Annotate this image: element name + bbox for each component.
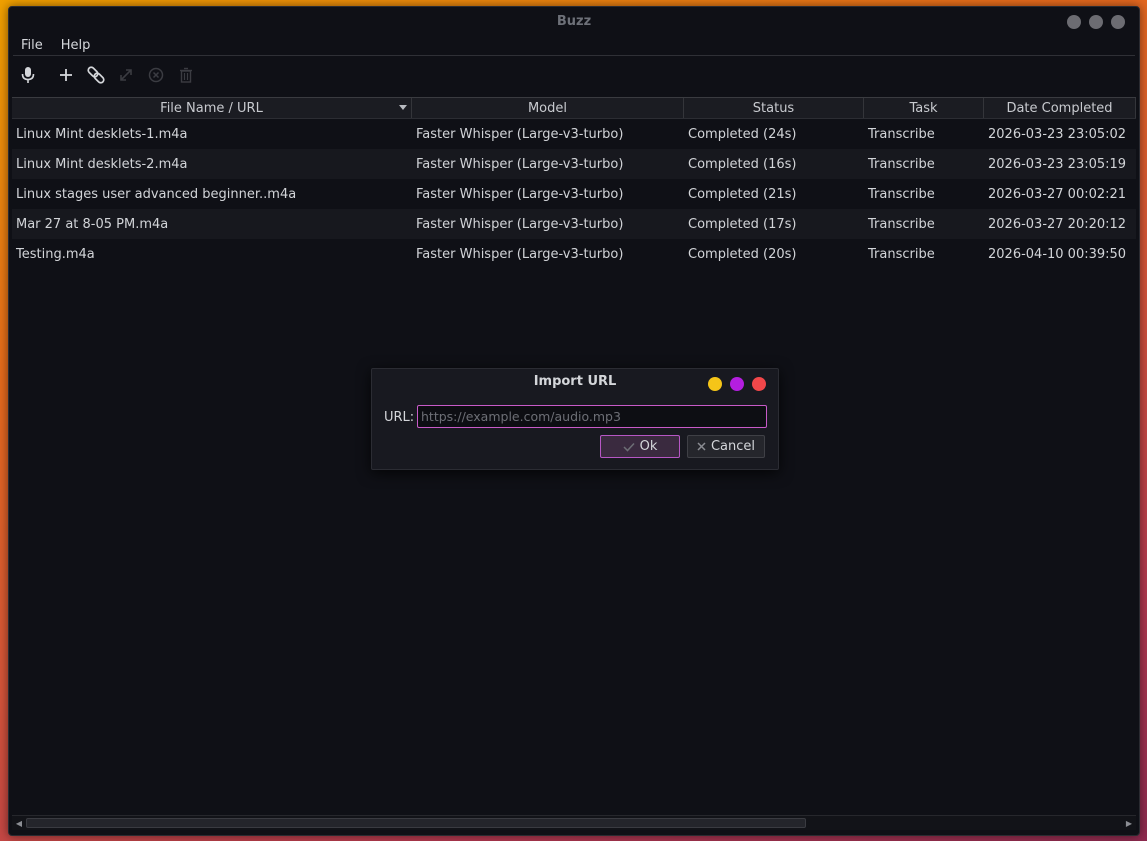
cell-task: Transcribe [868,216,935,232]
cancel-button[interactable]: Cancel [687,435,765,458]
cell-file-name: Testing.m4a [16,246,95,262]
minimize-button[interactable] [1067,15,1081,29]
scrollbar-thumb[interactable] [26,818,806,828]
scroll-left-arrow-icon[interactable]: ◀ [12,816,26,830]
scroll-right-arrow-icon[interactable]: ▶ [1122,816,1136,830]
table-row[interactable]: Linux stages user advanced beginner..m4a… [12,179,1136,209]
dialog-window-controls [708,377,766,391]
window-controls [1067,15,1125,29]
cancel-icon [148,67,164,83]
cell-model: Faster Whisper (Large-v3-turbo) [416,246,624,262]
close-icon [697,442,706,451]
table-row[interactable]: Testing.m4a Faster Whisper (Large-v3-tur… [12,239,1136,269]
menu-bar: File Help [13,35,1135,56]
table-row[interactable]: Mar 27 at 8-05 PM.m4a Faster Whisper (La… [12,209,1136,239]
cell-date-completed: 2026-03-27 20:20:12 [988,216,1127,232]
cell-status: Completed (21s) [688,186,797,202]
cell-date-completed: 2026-03-23 23:05:02 [988,126,1127,142]
column-header-status[interactable]: Status [684,98,864,118]
dialog-close-button[interactable] [752,377,766,391]
cell-status: Completed (24s) [688,126,797,142]
title-bar[interactable]: Buzz [9,7,1139,35]
expand-icon [120,69,132,81]
stop-transcription-button[interactable] [141,60,171,90]
microphone-icon [21,67,35,83]
cell-file-name: Linux stages user advanced beginner..m4a [16,186,297,202]
url-label: URL: [384,410,415,425]
cell-status: Completed (17s) [688,216,797,232]
link-icon [87,66,105,84]
column-header-file-name[interactable]: File Name / URL [12,98,412,118]
cell-task: Transcribe [868,156,935,172]
cell-date-completed: 2026-03-23 23:05:19 [988,156,1127,172]
cancel-label: Cancel [710,439,756,454]
cell-model: Faster Whisper (Large-v3-turbo) [416,156,624,172]
column-header-model[interactable]: Model [412,98,684,118]
table-row[interactable]: Linux Mint desklets-2.m4a Faster Whisper… [12,149,1136,179]
cell-status: Completed (20s) [688,246,797,262]
table-row[interactable]: Linux Mint desklets-1.m4a Faster Whisper… [12,119,1136,149]
cell-task: Transcribe [868,126,935,142]
cell-model: Faster Whisper (Large-v3-turbo) [416,126,624,142]
ok-button[interactable]: Ok [600,435,680,458]
menu-help[interactable]: Help [53,38,99,53]
cell-task: Transcribe [868,246,935,262]
cell-model: Faster Whisper (Large-v3-turbo) [416,186,624,202]
import-url-dialog: Import URL URL: Ok Cancel [371,368,779,470]
cell-file-name: Linux Mint desklets-1.m4a [16,126,188,142]
record-button[interactable] [13,60,43,90]
cell-file-name: Mar 27 at 8-05 PM.m4a [16,216,169,232]
ok-label: Ok [639,439,658,454]
dialog-maximize-button[interactable] [730,377,744,391]
plus-icon [60,69,72,81]
sort-descending-icon [399,105,407,110]
import-url-button[interactable] [81,60,111,90]
scrollbar-track[interactable] [26,818,1122,828]
column-header-date-completed[interactable]: Date Completed [984,98,1136,118]
trash-icon [180,67,192,83]
toolbar [13,57,1135,93]
cell-file-name: Linux Mint desklets-2.m4a [16,156,188,172]
maximize-button[interactable] [1089,15,1103,29]
cell-model: Faster Whisper (Large-v3-turbo) [416,216,624,232]
cell-task: Transcribe [868,186,935,202]
window-title: Buzz [556,13,592,29]
menu-file[interactable]: File [13,38,51,53]
cell-status: Completed (16s) [688,156,797,172]
cell-date-completed: 2026-04-10 00:39:50 [988,246,1127,262]
url-input[interactable] [417,405,767,428]
close-button[interactable] [1111,15,1125,29]
checkmark-icon [623,442,635,452]
cell-date-completed: 2026-03-27 00:02:21 [988,186,1127,202]
add-file-button[interactable] [51,60,81,90]
delete-button[interactable] [171,60,201,90]
dialog-minimize-button[interactable] [708,377,722,391]
horizontal-scrollbar[interactable]: ◀ ▶ [12,815,1136,830]
column-header-task[interactable]: Task [864,98,984,118]
open-transcript-button[interactable] [111,60,141,90]
table-header: File Name / URL Model Status Task Date C… [12,98,1136,119]
